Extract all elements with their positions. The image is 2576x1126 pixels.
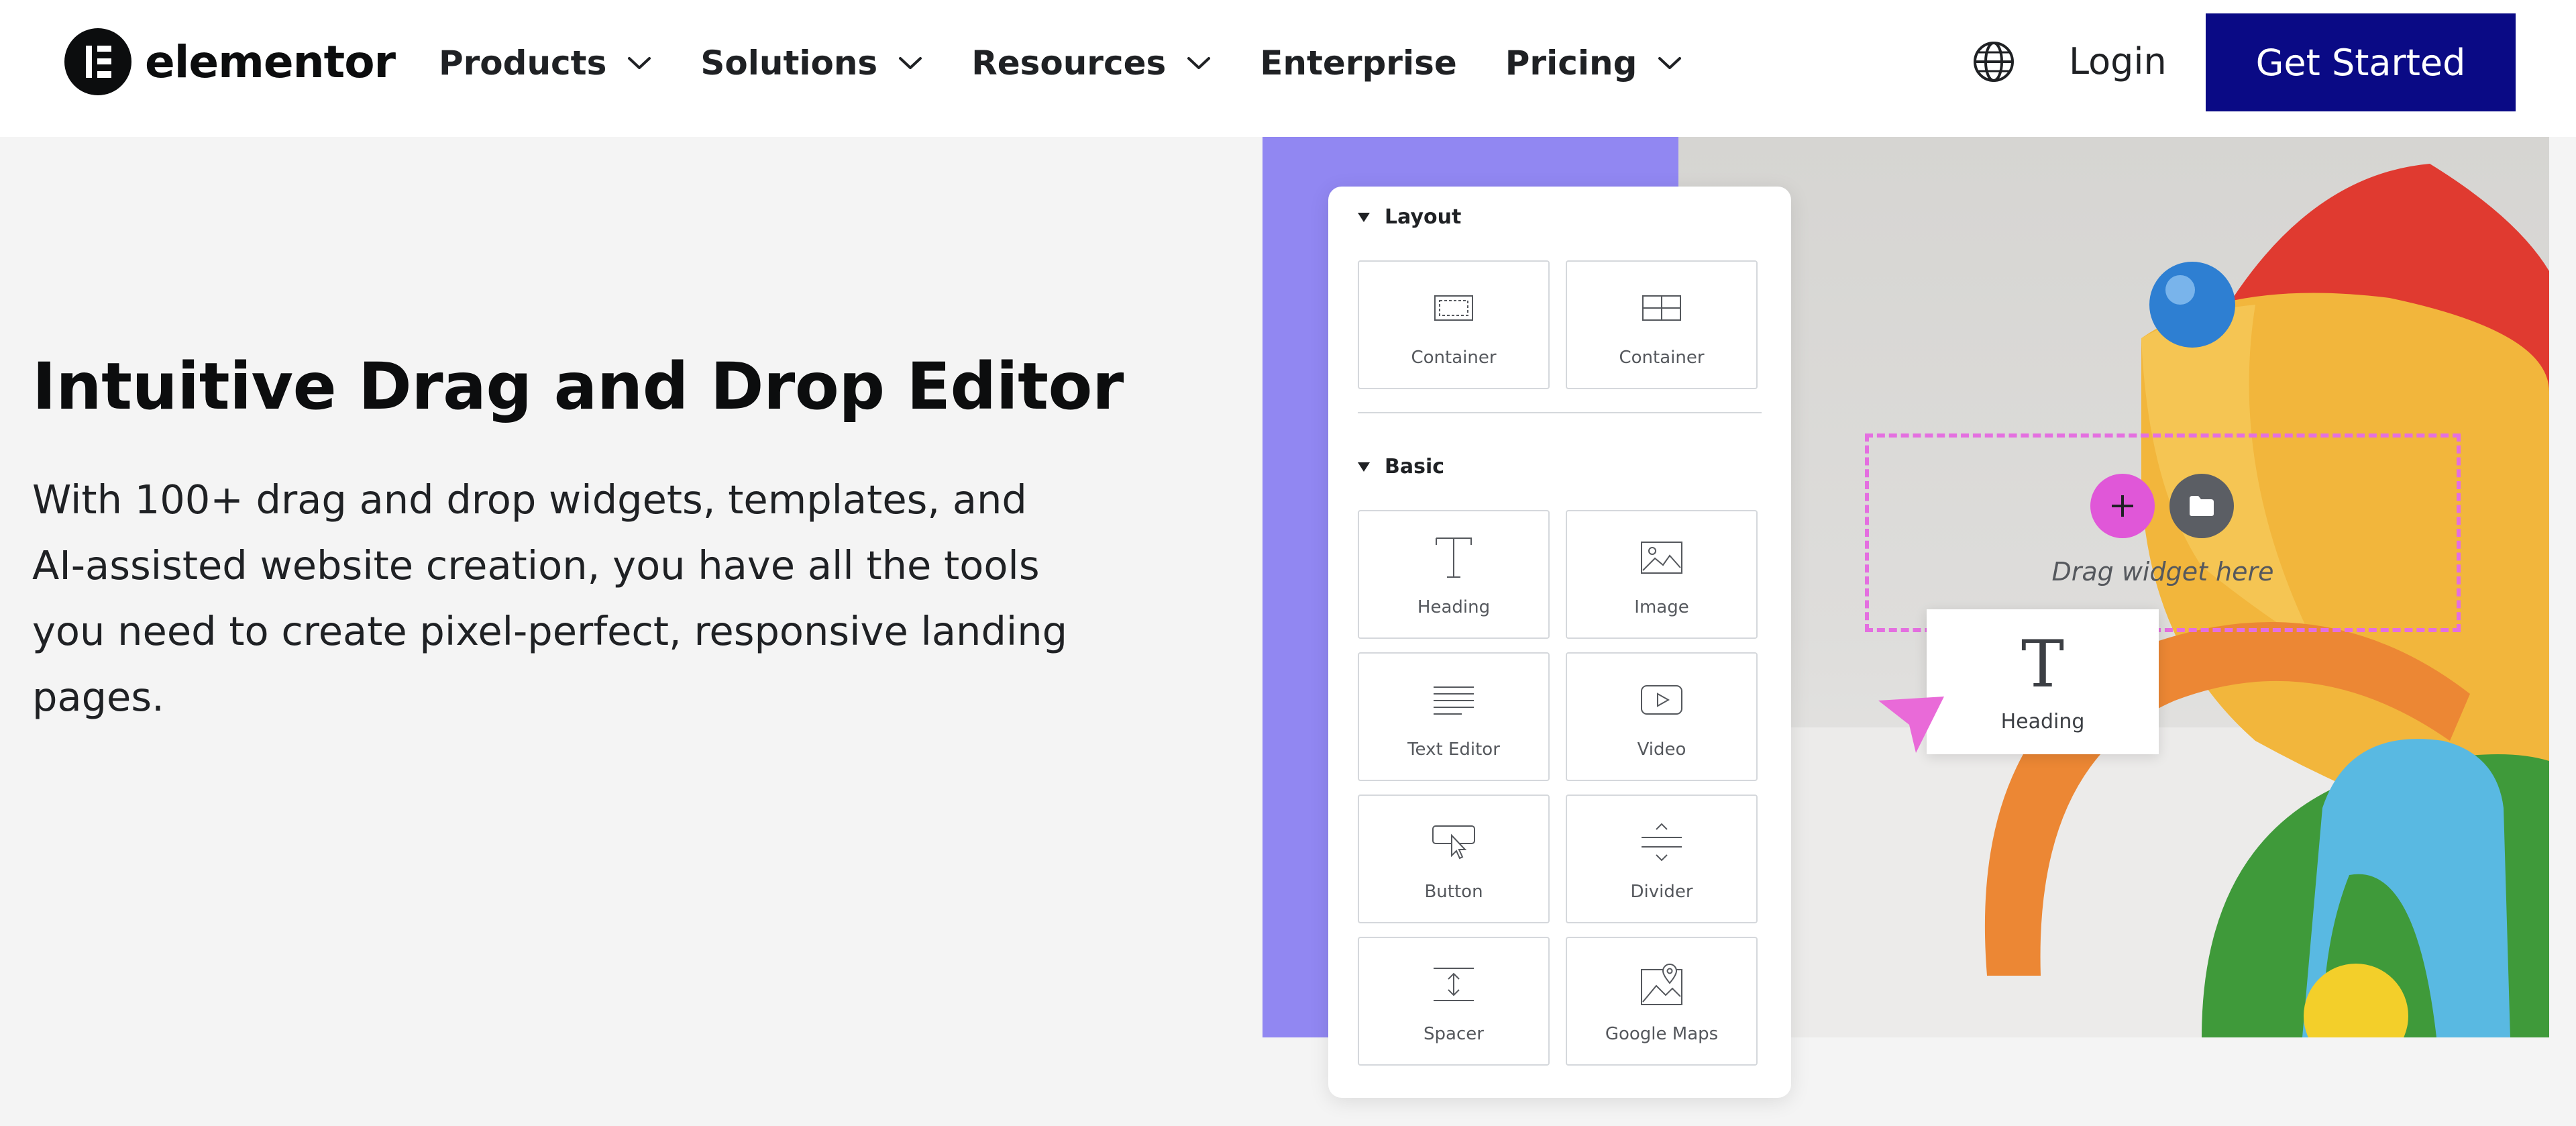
drag-cursor-icon <box>1878 697 1944 753</box>
image-icon <box>1567 535 1756 580</box>
video-icon <box>1567 678 1756 722</box>
section-divider <box>1358 412 1762 413</box>
elementor-logo-icon <box>64 28 131 95</box>
layout-section-title: Layout <box>1385 205 1462 229</box>
login-link[interactable]: Login <box>2069 35 2167 89</box>
drop-zone-hint: Drag widget here <box>2051 557 2274 586</box>
widget-heading[interactable]: Heading <box>1358 510 1550 639</box>
plus-icon <box>2112 495 2133 517</box>
hero-description: With 100+ drag and drop widgets, templat… <box>32 476 1068 720</box>
nav-products[interactable]: Products <box>439 44 652 83</box>
google-maps-icon <box>1567 962 1756 1007</box>
dragged-widget-label: Heading <box>2000 710 2085 733</box>
divider-icon <box>1567 820 1756 864</box>
container-icon <box>1359 286 1548 330</box>
add-section-button[interactable] <box>2090 474 2155 538</box>
nav-solutions-label: Solutions <box>700 44 878 83</box>
widget-label: Text Editor <box>1407 739 1500 760</box>
elementor-logo[interactable]: elementor <box>64 28 396 95</box>
widget-panel: Layout Container Container Basic Heading… <box>1328 187 1791 1098</box>
get-started-button[interactable]: Get Started <box>2206 13 2516 111</box>
spacer-icon <box>1359 962 1548 1007</box>
main-nav: Products Solutions Resources Enterprise … <box>439 35 1731 91</box>
add-template-button[interactable] <box>2169 474 2234 538</box>
dragged-heading-widget[interactable]: T Heading <box>1927 609 2159 754</box>
heading-icon: T <box>2021 627 2065 702</box>
widget-label: Heading <box>1417 597 1491 617</box>
widget-label: Container <box>1619 348 1705 368</box>
nav-pricing-label: Pricing <box>1505 44 1638 83</box>
widget-grid-container[interactable]: Container <box>1566 260 1758 389</box>
nav-enterprise[interactable]: Enterprise <box>1260 44 1456 83</box>
nav-enterprise-label: Enterprise <box>1260 44 1457 83</box>
widget-image[interactable]: Image <box>1566 510 1758 639</box>
widget-spacer[interactable]: Spacer <box>1358 937 1550 1066</box>
logo-text: elementor <box>145 36 396 88</box>
nav-products-label: Products <box>439 44 607 83</box>
chevron-down-icon <box>628 57 651 69</box>
site-header: elementor Products Solutions Resources E… <box>0 0 2576 137</box>
widget-label: Container <box>1411 348 1497 368</box>
widget-label: Image <box>1634 597 1689 617</box>
text-editor-icon <box>1359 678 1548 722</box>
widget-button[interactable]: Button <box>1358 795 1550 923</box>
widget-label: Google Maps <box>1605 1024 1719 1044</box>
caret-down-icon <box>1358 462 1370 472</box>
caret-down-icon <box>1358 212 1370 222</box>
widget-google-maps[interactable]: Google Maps <box>1566 937 1758 1066</box>
nav-pricing[interactable]: Pricing <box>1505 44 1683 83</box>
widget-video[interactable]: Video <box>1566 652 1758 781</box>
heading-icon <box>1359 535 1548 580</box>
globe-icon[interactable] <box>1972 40 2015 83</box>
basic-section-title: Basic <box>1385 455 1445 478</box>
widget-label: Divider <box>1630 882 1693 902</box>
nav-resources[interactable]: Resources <box>971 44 1212 83</box>
chevron-down-icon <box>1658 57 1682 69</box>
basic-section-toggle[interactable]: Basic <box>1358 455 1444 478</box>
grid-container-icon <box>1567 286 1756 330</box>
widget-label: Spacer <box>1424 1024 1484 1044</box>
nav-solutions[interactable]: Solutions <box>700 44 923 83</box>
nav-resources-label: Resources <box>971 44 1167 83</box>
folder-icon <box>2190 496 2214 516</box>
widget-label: Video <box>1637 739 1686 760</box>
layout-section-toggle[interactable]: Layout <box>1358 205 1461 229</box>
widget-label: Button <box>1424 882 1483 902</box>
chevron-down-icon <box>899 57 922 69</box>
chevron-down-icon <box>1187 57 1211 69</box>
drop-zone[interactable] <box>1865 433 2461 632</box>
button-icon <box>1359 820 1548 864</box>
hero-title: Intuitive Drag and Drop Editor <box>32 349 1124 424</box>
widget-divider[interactable]: Divider <box>1566 795 1758 923</box>
widget-container[interactable]: Container <box>1358 260 1550 389</box>
widget-text-editor[interactable]: Text Editor <box>1358 652 1550 781</box>
